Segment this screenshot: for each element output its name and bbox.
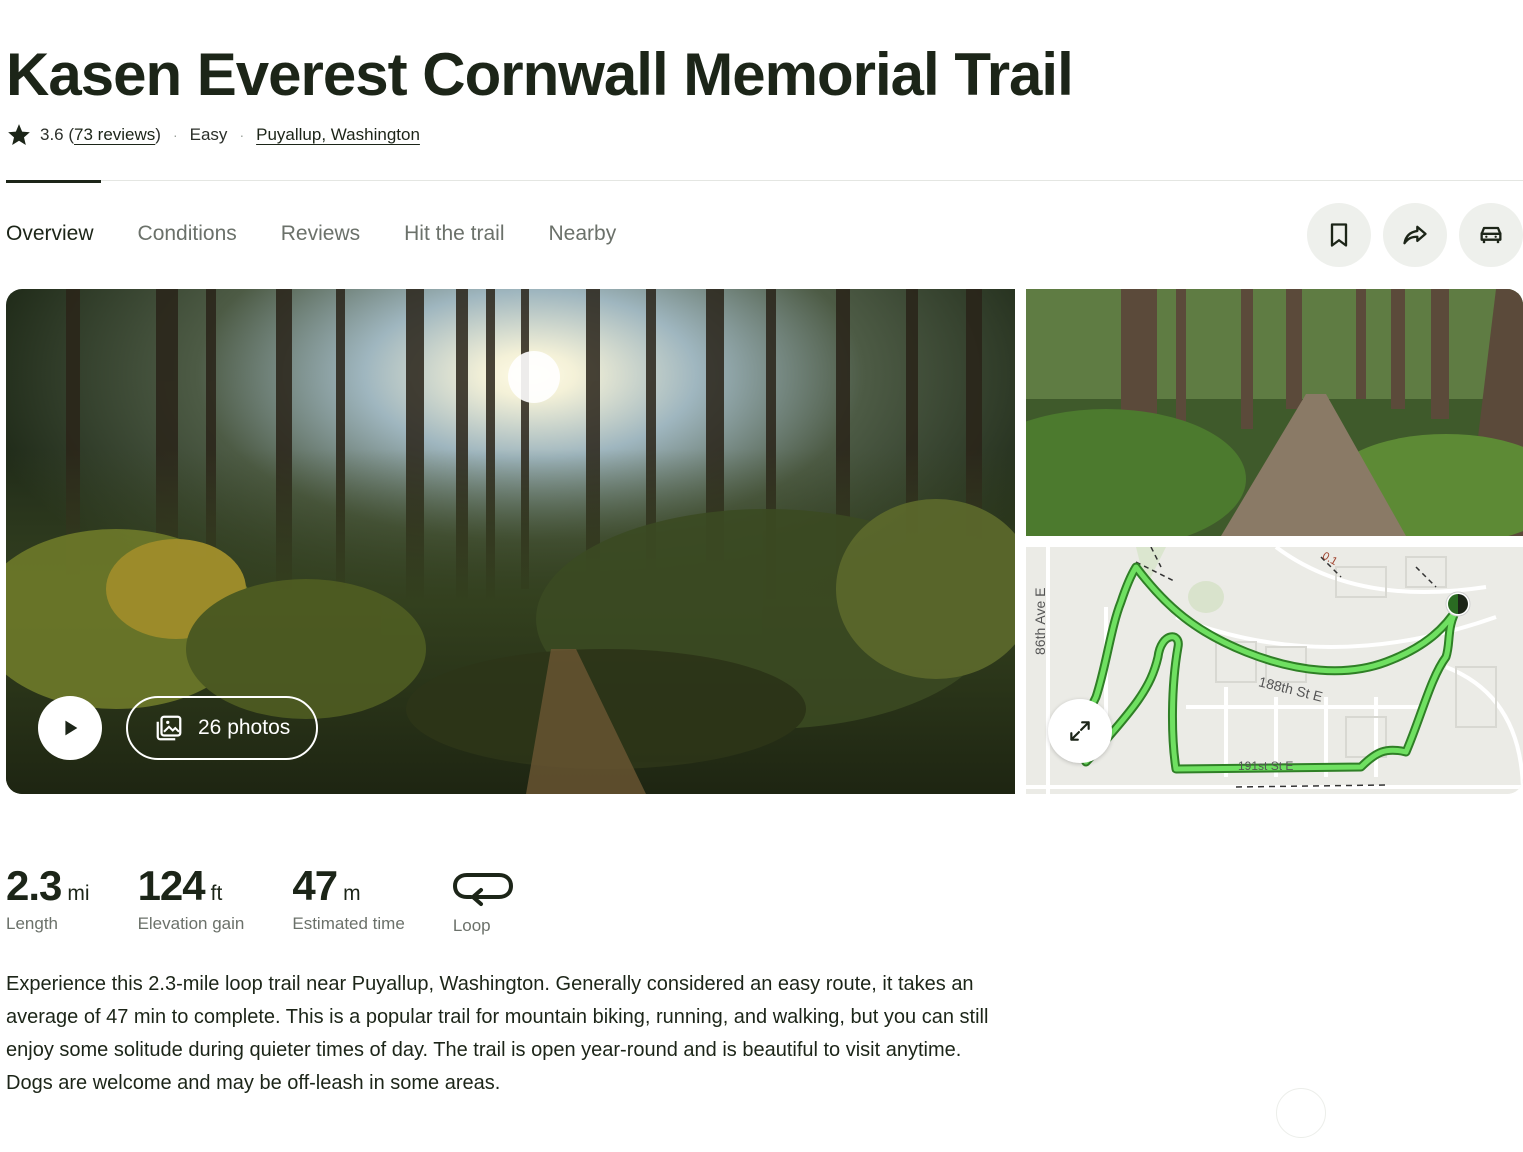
secondary-photo[interactable]: [1026, 289, 1523, 536]
floating-button[interactable]: [1276, 1088, 1326, 1138]
active-tab-indicator: [6, 180, 101, 183]
photos-count-label: 26 photos: [198, 716, 291, 739]
expand-icon: [1070, 721, 1090, 741]
star-icon: [8, 124, 30, 145]
save-button[interactable]: [1307, 203, 1371, 267]
stat-value: 124 ft: [137, 862, 223, 909]
map-street-label: 86th Ave E: [1032, 587, 1048, 655]
tab-reviews[interactable]: Reviews: [281, 222, 360, 246]
view-photos-button[interactable]: 26 photos: [126, 696, 319, 760]
rating-value: 3.6 (: [40, 125, 75, 144]
separator-dot: ·: [172, 127, 178, 143]
map-street-label: 191st St E: [1238, 759, 1294, 773]
stat-label: Length: [6, 914, 58, 933]
stat-time: 47 m Estimated time: [292, 862, 404, 936]
trail-map[interactable]: 86th Ave E 188th St E 191st St E 0.1: [1026, 547, 1523, 794]
share-button[interactable]: [1383, 203, 1447, 267]
stat-value: 47 m: [292, 862, 361, 909]
hero-photo[interactable]: 26 photos: [6, 289, 1015, 794]
separator-dot: ·: [239, 127, 245, 143]
bookmark-icon: [1330, 223, 1348, 247]
directions-button[interactable]: [1459, 203, 1523, 267]
reviews-link[interactable]: 73 reviews: [74, 125, 155, 145]
stat-elevation: 124 ft Elevation gain: [138, 862, 245, 936]
stat-label: Loop: [452, 916, 491, 935]
rating-close: ): [155, 125, 161, 144]
stat-length: 2.3 mi Length: [6, 862, 90, 936]
loop-icon: [452, 862, 515, 912]
trail-path-photo: [1026, 289, 1523, 536]
car-icon: [1480, 226, 1502, 244]
section-tabs: Overview Conditions Reviews Hit the trai…: [6, 222, 660, 246]
map-canvas: [1026, 547, 1523, 794]
trail-meta: 3.6 (73 reviews) · Easy · Puyallup, Wash…: [6, 122, 420, 148]
stat-label: Estimated time: [292, 914, 405, 933]
expand-map-button[interactable]: [1048, 699, 1112, 763]
tab-conditions[interactable]: Conditions: [138, 222, 237, 246]
tab-hit-the-trail[interactable]: Hit the trail: [404, 222, 504, 246]
location-link[interactable]: Puyallup, Washington: [256, 125, 420, 145]
tab-nearby[interactable]: Nearby: [549, 222, 617, 246]
share-icon: [1403, 225, 1427, 245]
tab-overview[interactable]: Overview: [6, 222, 94, 246]
trail-description: Experience this 2.3-mile loop trail near…: [6, 973, 989, 1094]
stat-route-type: Loop: [452, 862, 515, 936]
play-icon: [65, 720, 78, 736]
play-video-button[interactable]: [38, 696, 102, 760]
stat-label: Elevation gain: [137, 914, 245, 933]
gallery-icon: [156, 715, 182, 741]
stat-value: 2.3 mi: [6, 862, 90, 909]
tabs-divider: [6, 180, 1523, 181]
action-buttons: [1307, 203, 1523, 267]
trail-stats: 2.3 mi Length 124 ft Elevation gain 47 m Es…: [6, 862, 515, 936]
difficulty-label: Easy: [189, 125, 228, 144]
trail-title: Kasen Everest Cornwall Memorial Trail: [6, 41, 1074, 108]
